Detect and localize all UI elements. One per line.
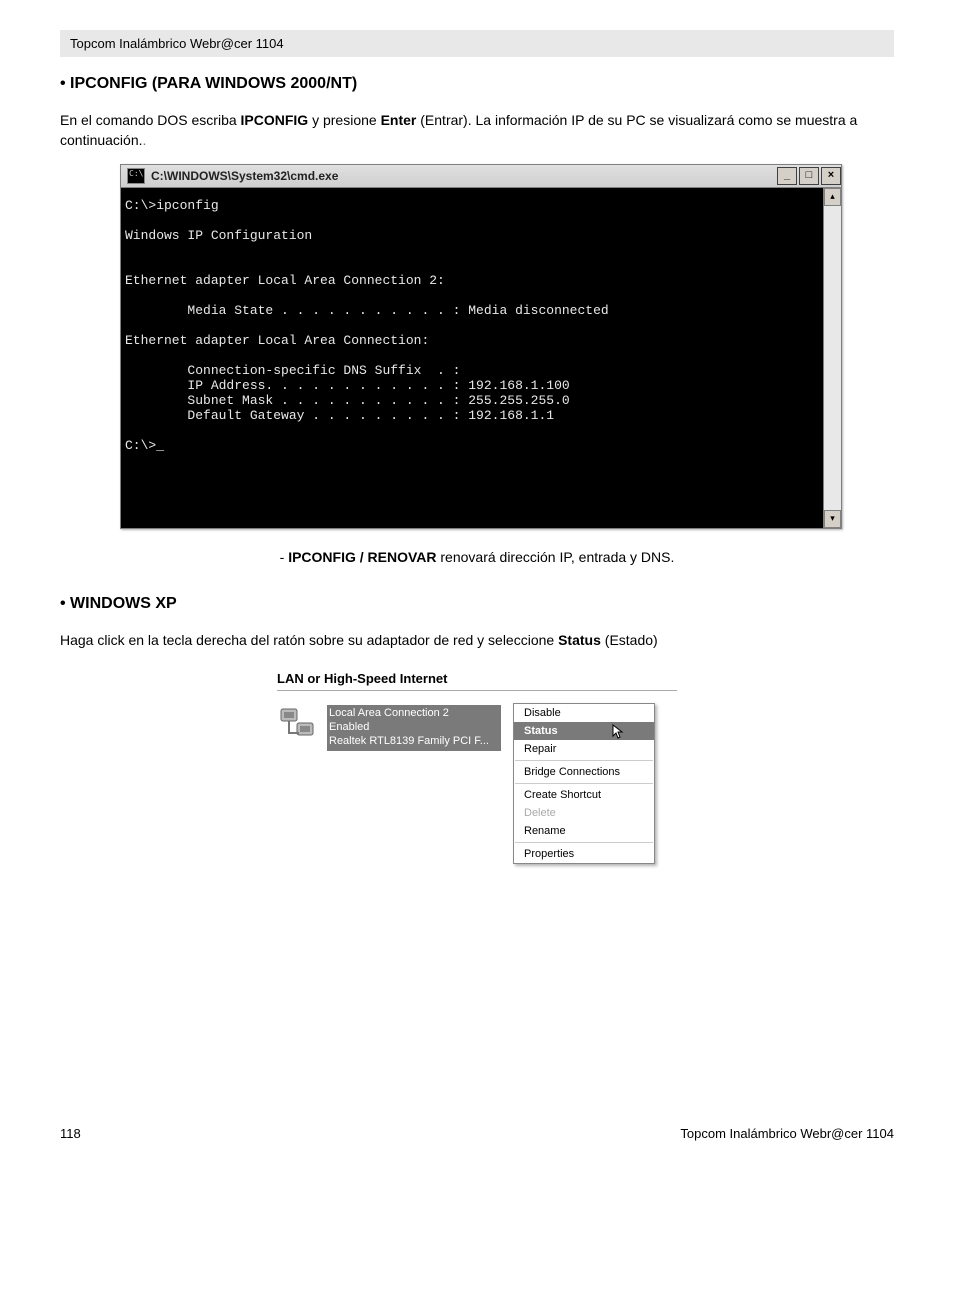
document-header: Topcom Inalámbrico Webr@cer 1104 xyxy=(60,30,894,57)
window-controls: _ □ × xyxy=(775,167,841,185)
footer-text: Topcom Inalámbrico Webr@cer 1104 xyxy=(680,1126,894,1141)
text-bold: Enter xyxy=(381,112,417,128)
connection-state: Enabled xyxy=(329,720,499,734)
text: - xyxy=(280,549,289,565)
text-bold: Status xyxy=(558,632,601,648)
maximize-button[interactable]: □ xyxy=(799,167,819,185)
scrollbar[interactable]: ▴ ▾ xyxy=(823,188,841,528)
menu-item-status[interactable]: Status xyxy=(514,722,654,740)
caption-ipconfig-renew: - IPCONFIG / RENOVAR renovará dirección … xyxy=(60,549,894,565)
menu-separator xyxy=(515,760,653,761)
scroll-up-button[interactable]: ▴ xyxy=(824,188,841,206)
menu-item-disable[interactable]: Disable xyxy=(514,704,654,722)
paragraph-ipconfig-intro: En el comando DOS escriba IPCONFIG y pre… xyxy=(60,111,894,150)
text-dot: . xyxy=(143,132,147,148)
menu-separator xyxy=(515,783,653,784)
text: Haga click en la tecla derecha del ratón… xyxy=(60,632,558,648)
menu-item-bridge[interactable]: Bridge Connections xyxy=(514,763,654,781)
menu-item-rename[interactable]: Rename xyxy=(514,822,654,840)
cmd-titlebar: C:\WINDOWS\System32\cmd.exe _ □ × xyxy=(121,165,841,188)
paragraph-winxp-intro: Haga click en la tecla derecha del ratón… xyxy=(60,631,894,651)
text: y presione xyxy=(308,112,380,128)
text-bold: IPCONFIG / RENOVAR xyxy=(288,549,436,565)
close-button[interactable]: × xyxy=(821,167,841,185)
menu-separator xyxy=(515,842,653,843)
section-heading-winxp: • WINDOWS XP xyxy=(60,595,894,613)
text-bold: IPCONFIG xyxy=(241,112,309,128)
menu-label: Status xyxy=(524,725,558,737)
text: En el comando DOS escriba xyxy=(60,112,241,128)
menu-item-repair[interactable]: Repair xyxy=(514,740,654,758)
scroll-track[interactable] xyxy=(824,206,841,510)
cmd-prompt-icon xyxy=(127,168,145,184)
cmd-output: C:\>ipconfig Windows IP Configuration Et… xyxy=(121,188,823,528)
text: renovará dirección IP, entrada y DNS. xyxy=(437,549,675,565)
scroll-down-button[interactable]: ▾ xyxy=(824,510,841,528)
minimize-button[interactable]: _ xyxy=(777,167,797,185)
menu-item-properties[interactable]: Properties xyxy=(514,845,654,863)
context-menu: Disable Status Repair Bridge Connections… xyxy=(513,703,655,864)
cmd-window: C:\WINDOWS\System32\cmd.exe _ □ × C:\>ip… xyxy=(120,164,842,529)
connection-name: Local Area Connection 2 xyxy=(329,706,499,720)
xp-network-panel: LAN or High-Speed Internet Local Area Co… xyxy=(277,671,677,866)
network-adapter-icon xyxy=(277,705,321,745)
menu-item-delete: Delete xyxy=(514,804,654,822)
menu-item-shortcut[interactable]: Create Shortcut xyxy=(514,786,654,804)
cmd-title: C:\WINDOWS\System32\cmd.exe xyxy=(151,169,775,183)
cmd-body-wrap: C:\>ipconfig Windows IP Configuration Et… xyxy=(121,188,841,528)
xp-connection-selected[interactable]: Local Area Connection 2 Enabled Realtek … xyxy=(327,705,501,751)
page-number: 118 xyxy=(60,1126,81,1141)
connection-adapter: Realtek RTL8139 Family PCI F... xyxy=(329,734,499,748)
text: (Estado) xyxy=(601,632,658,648)
xp-connection-row: Local Area Connection 2 Enabled Realtek … xyxy=(277,705,677,866)
section-heading-ipconfig: • IPCONFIG (PARA WINDOWS 2000/NT) xyxy=(60,75,894,93)
page-footer: 118 Topcom Inalámbrico Webr@cer 1104 xyxy=(60,1126,894,1141)
xp-section-heading: LAN or High-Speed Internet xyxy=(277,671,677,691)
